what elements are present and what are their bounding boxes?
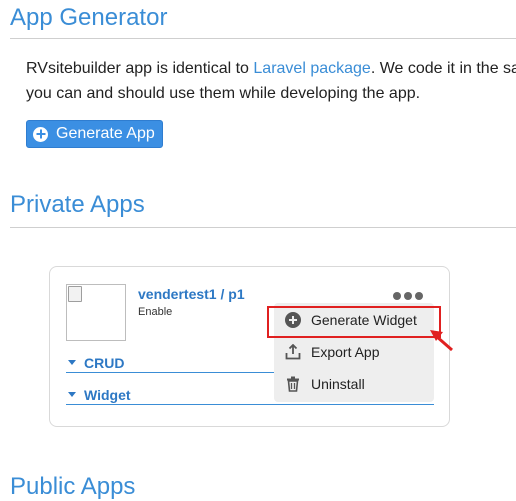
public-apps-title: Public Apps	[10, 473, 136, 500]
annotation-arrow	[430, 330, 453, 352]
